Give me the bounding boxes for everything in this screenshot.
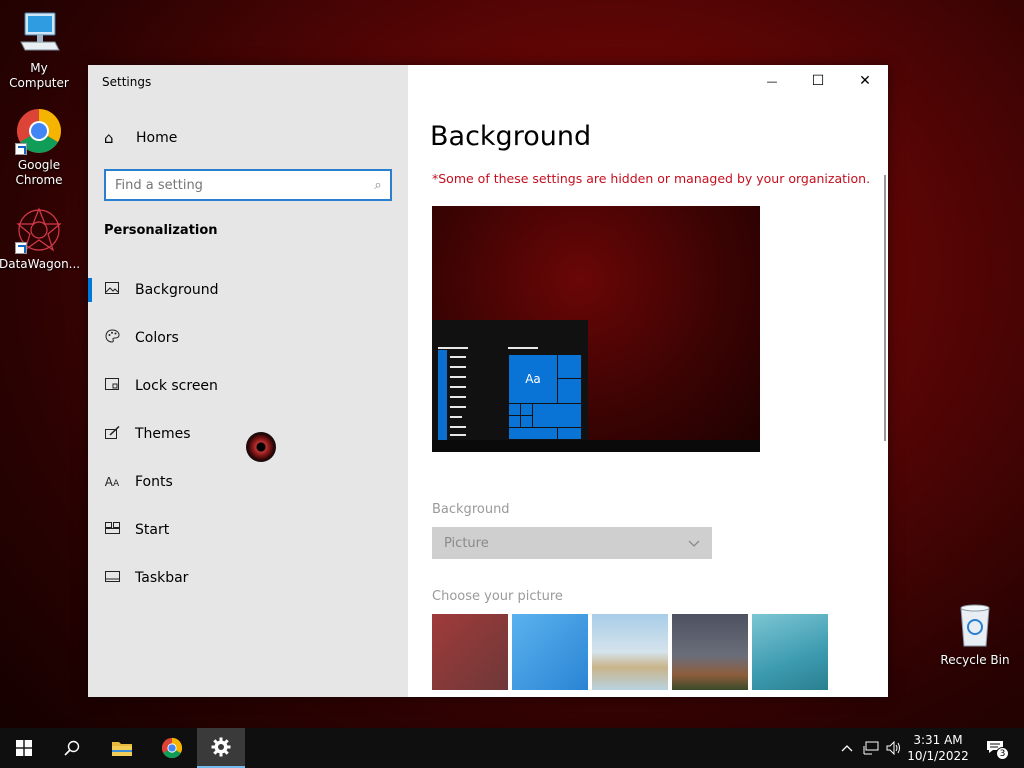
preview-taskbar	[432, 440, 760, 452]
network-icon	[863, 741, 879, 755]
nav-item-label: Themes	[135, 426, 191, 442]
settings-window: Settings ⌂ Home ⌕ Personalization Backgr…	[88, 65, 888, 697]
search-box[interactable]: ⌕	[104, 169, 392, 201]
nav-list: Background Colors Lock screen Themes AA …	[88, 266, 408, 602]
taskbar-search-button[interactable]	[48, 728, 96, 768]
managed-notice: *Some of these settings are hidden or ma…	[432, 171, 871, 186]
picture-icon	[104, 282, 120, 298]
preview-tile-aa: Aa	[508, 354, 558, 404]
settings-nav-pane: Settings ⌂ Home ⌕ Personalization Backgr…	[88, 65, 408, 697]
chrome-taskbar-button[interactable]	[148, 728, 196, 768]
desktop-icon-label: My Computer	[9, 61, 69, 90]
taskbar: 3:31 AM 10/1/2022 3	[0, 728, 1024, 768]
start-button[interactable]	[0, 728, 48, 768]
minimize-button[interactable]: —	[749, 65, 795, 97]
nav-item-taskbar[interactable]: Taskbar	[88, 554, 408, 602]
section-title: Personalization	[104, 223, 218, 238]
background-preview: Aa	[432, 206, 760, 452]
computer-icon	[15, 10, 63, 58]
shortcut-arrow-icon	[15, 143, 27, 155]
nav-item-label: Start	[135, 522, 170, 538]
search-icon	[64, 740, 80, 756]
thumbnail-red-gradient[interactable]	[432, 614, 508, 690]
search-icon[interactable]: ⌕	[366, 178, 390, 193]
desktop-icon-label: Recycle Bin	[940, 653, 1010, 667]
thumbnail-beach-rocks[interactable]	[592, 614, 668, 690]
action-center-button[interactable]: 3	[978, 728, 1012, 768]
windows-logo-icon	[16, 740, 32, 756]
desktop-icon-google-chrome[interactable]: Google Chrome	[0, 107, 79, 188]
datawagon-icon	[15, 206, 63, 254]
background-dropdown[interactable]: Picture	[432, 527, 712, 559]
home-label: Home	[136, 130, 178, 146]
lock-screen-icon	[104, 378, 120, 394]
page-title: Background	[430, 121, 592, 152]
thumbnail-windows-blue[interactable]	[512, 614, 588, 690]
picture-thumbnails	[432, 614, 828, 690]
network-button[interactable]	[860, 728, 882, 768]
taskbar-clock[interactable]: 3:31 AM 10/1/2022	[905, 732, 971, 764]
nav-item-lock-screen[interactable]: Lock screen	[88, 362, 408, 410]
volume-icon	[886, 741, 900, 755]
desktop-icon-label: DataWagon...	[0, 257, 81, 271]
busy-cursor-icon	[246, 432, 276, 462]
nav-item-start[interactable]: Start	[88, 506, 408, 554]
home-link[interactable]: ⌂ Home	[104, 129, 177, 147]
nav-item-label: Lock screen	[135, 378, 218, 394]
window-title: Settings	[102, 75, 152, 89]
desktop-icon-datawagon[interactable]: DataWagon...	[0, 206, 81, 272]
nav-item-label: Colors	[135, 330, 179, 346]
file-explorer-button[interactable]	[98, 728, 146, 768]
desktop-icon-recycle-bin[interactable]: Recycle Bin	[935, 602, 1015, 668]
volume-button[interactable]	[884, 728, 904, 768]
choose-picture-label: Choose your picture	[432, 589, 563, 604]
nav-item-label: Fonts	[135, 474, 173, 490]
notification-count-badge: 3	[996, 747, 1009, 760]
dropdown-value: Picture	[444, 535, 489, 551]
clock-time: 3:31 AM	[913, 733, 963, 747]
nav-item-colors[interactable]: Colors	[88, 314, 408, 362]
search-input[interactable]	[106, 171, 366, 199]
minimize-icon: —	[766, 74, 778, 88]
maximize-icon: ☐	[811, 73, 825, 89]
font-icon: AA	[104, 475, 120, 489]
nav-item-label: Background	[135, 282, 219, 298]
home-icon: ⌂	[104, 129, 114, 147]
content-pane: — ☐ ✕ Background *Some of these settings…	[408, 65, 888, 697]
nav-item-fonts[interactable]: AA Fonts	[88, 458, 408, 506]
brush-icon	[104, 425, 120, 443]
desktop-icon-label: Google Chrome	[15, 158, 63, 187]
close-button[interactable]: ✕	[842, 65, 888, 97]
close-icon: ✕	[859, 73, 871, 89]
settings-taskbar-button[interactable]	[197, 728, 245, 768]
chrome-icon	[161, 737, 183, 759]
preview-start-menu: Aa	[432, 320, 588, 452]
desktop-icon-my-computer[interactable]: My Computer	[0, 10, 79, 91]
maximize-button[interactable]: ☐	[795, 65, 841, 97]
thumbnail-night-sky[interactable]	[672, 614, 748, 690]
shortcut-arrow-icon	[15, 242, 27, 254]
nav-item-background[interactable]: Background	[88, 266, 408, 314]
chrome-icon	[15, 107, 63, 155]
chevron-up-icon	[841, 744, 853, 751]
settings-icon	[211, 737, 231, 757]
background-label: Background	[432, 502, 510, 517]
nav-item-label: Taskbar	[135, 570, 189, 586]
show-hidden-icons-button[interactable]	[838, 728, 856, 768]
recycle-bin-icon	[951, 602, 999, 650]
clock-date: 10/1/2022	[907, 749, 969, 763]
taskbar-icon	[104, 570, 120, 586]
file-explorer-icon	[112, 742, 132, 756]
chevron-down-icon	[688, 536, 700, 551]
thumbnail-underwater[interactable]	[752, 614, 828, 690]
palette-icon	[104, 329, 120, 347]
start-icon	[104, 522, 120, 538]
content-scrollbar[interactable]	[884, 175, 886, 441]
